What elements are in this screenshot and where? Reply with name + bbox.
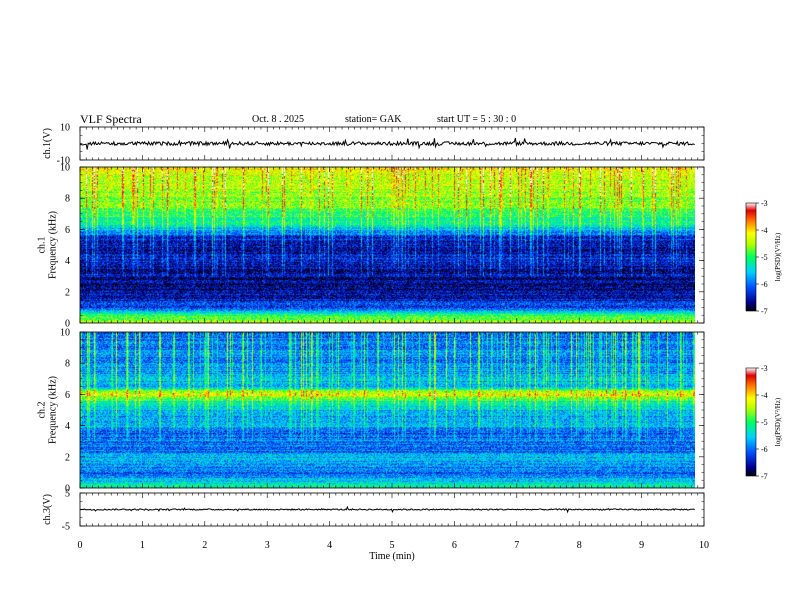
colorbar-tick-label: -7 <box>761 472 768 481</box>
x-tick-label: 4 <box>327 540 332 551</box>
x-tick-label: 5 <box>390 540 395 551</box>
ch2-spectrogram-ylabel: Frequency (kHz) <box>48 376 59 444</box>
y-tick-label: 2 <box>65 452 70 463</box>
x-tick-label: 0 <box>78 540 83 551</box>
ch2-spectrogram-ylabel: ch.2 <box>37 402 48 419</box>
colorbar-tick-label: -6 <box>761 445 768 454</box>
ch1-waveform-line <box>79 137 695 150</box>
y-tick-label: 8 <box>65 194 70 205</box>
chart-canvas: 0 1 2 3 4 5 6 7 8 9 10Time (min)10-100246810024681… <box>37 123 783 563</box>
ch1-spectrogram-ylabel: ch.1 <box>37 237 48 254</box>
colorbar-label: log(PSD)(V²/Hz) <box>774 232 782 281</box>
ch1-spectrogram-image <box>80 167 695 323</box>
x-axis-label: Time (min) <box>369 551 414 562</box>
y-tick-label: 10 <box>60 328 70 339</box>
y-tick-label: -5 <box>62 522 70 533</box>
y-tick-label: 8 <box>65 359 70 370</box>
colorbar-tick-label: -7 <box>761 307 768 316</box>
y-tick-label: 6 <box>65 390 70 401</box>
ch1-spectrogram-ylabel: Frequency (kHz) <box>48 211 59 279</box>
y-tick-label: 4 <box>65 421 70 432</box>
ch3-waveform-line <box>79 505 695 514</box>
y-tick-label: 2 <box>65 287 70 298</box>
y-tick-label: 6 <box>65 225 70 236</box>
y-tick-label: 10 <box>60 163 70 174</box>
colorbar-tick-label: -6 <box>761 280 768 289</box>
ch2-spectrogram-image <box>80 332 695 488</box>
ch2-colorbar <box>745 367 757 477</box>
ch3-waveform-ylabel: ch.3(V) <box>42 494 53 525</box>
y-tick-label: 10 <box>60 123 70 134</box>
x-tick-label: 1 <box>140 540 145 551</box>
y-tick-label: 4 <box>65 256 70 267</box>
x-tick-label: 7 <box>514 540 519 551</box>
ch1-colorbar <box>745 202 757 312</box>
vlf-spectra-figure: VLF Spectra Oct. 8 . 2025 station= GAK s… <box>0 0 792 612</box>
colorbar-tick-label: -4 <box>761 391 768 400</box>
x-tick-label: 6 <box>452 540 457 551</box>
x-tick-label: 2 <box>202 540 207 551</box>
x-tick-label: 8 <box>577 540 582 551</box>
colorbar-tick-label: -3 <box>761 199 768 208</box>
y-tick-label: 5 <box>65 489 70 500</box>
x-tick-label: 9 <box>639 540 644 551</box>
ch1-waveform-ylabel: ch.1(V) <box>42 128 53 159</box>
colorbar-tick-label: -5 <box>761 418 768 427</box>
x-tick-label: 10 <box>699 540 709 551</box>
x-tick-label: 3 <box>265 540 270 551</box>
colorbar-tick-label: -3 <box>761 364 768 373</box>
colorbar-tick-label: -4 <box>761 226 768 235</box>
colorbar-tick-label: -5 <box>761 253 768 262</box>
colorbar-label: log(PSD)(V²/Hz) <box>774 397 782 446</box>
